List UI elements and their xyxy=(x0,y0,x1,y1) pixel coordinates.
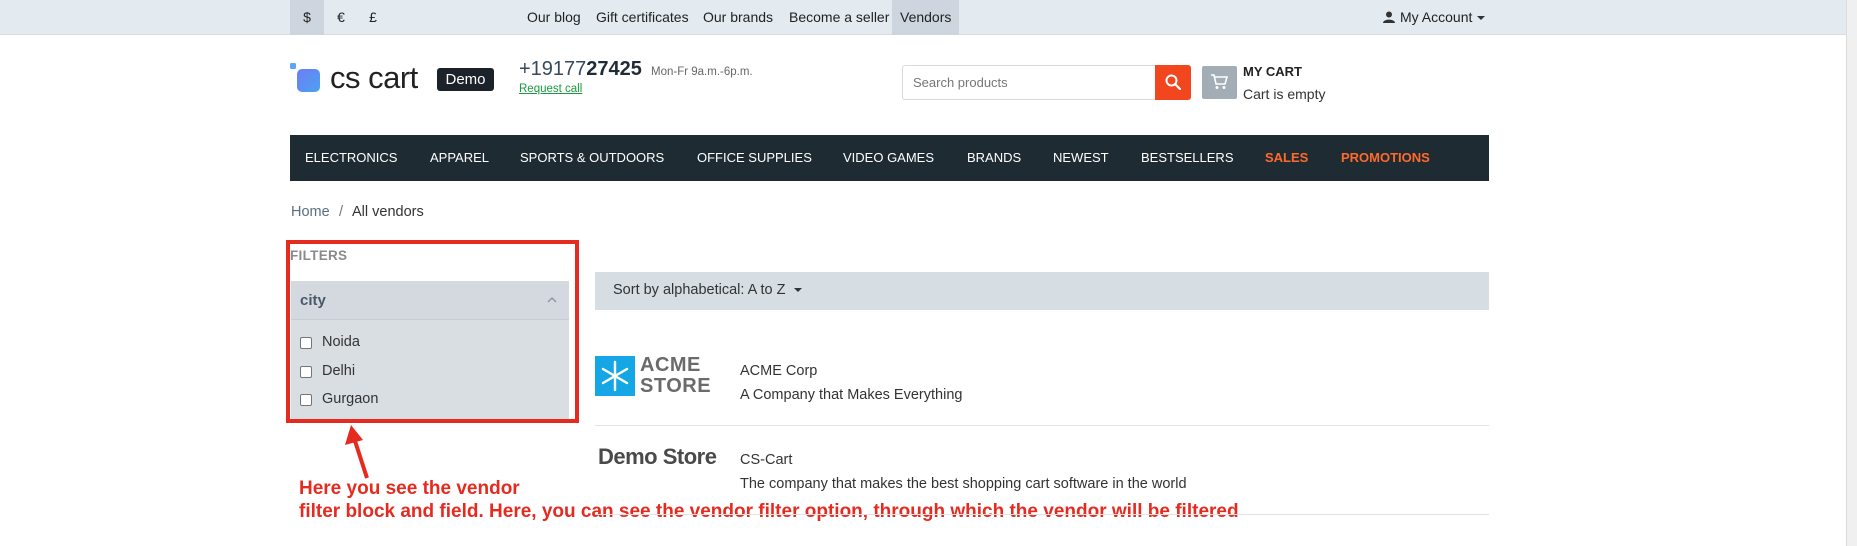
cs-cart-logo-icon xyxy=(290,63,320,92)
link-become-a-seller[interactable]: Become a seller xyxy=(789,0,889,35)
vendor-name[interactable]: CS-Cart xyxy=(740,452,792,468)
breadcrumb-home[interactable]: Home xyxy=(291,204,330,220)
vendor-description: A Company that Makes Everything xyxy=(740,387,963,403)
cart-button[interactable] xyxy=(1202,66,1237,99)
breadcrumb-current: All vendors xyxy=(352,204,424,220)
logo-text: cs cart xyxy=(330,60,418,95)
sort-dropdown[interactable]: Sort by alphabetical: A to Z xyxy=(613,282,802,298)
top-bar: $ € £ Our blog Gift certificates Our bra… xyxy=(0,0,1846,35)
cart-icon xyxy=(1211,74,1228,89)
currency-gbp[interactable]: £ xyxy=(356,0,390,35)
vendor-divider xyxy=(595,514,1489,515)
breadcrumb-separator: / xyxy=(339,204,344,220)
sort-bar: Sort by alphabetical: A to Z xyxy=(595,272,1489,310)
chevron-down-icon xyxy=(1477,16,1486,20)
cart-status: Cart is empty xyxy=(1243,86,1326,102)
annotation-highlight-box xyxy=(286,240,579,423)
link-vendors[interactable]: Vendors xyxy=(892,0,960,35)
vendor-name[interactable]: ACME Corp xyxy=(740,363,817,379)
annotation-text-line1: Here you see the vendor xyxy=(299,478,520,499)
menu-promotions[interactable]: PROMOTIONS xyxy=(1341,135,1430,181)
menu-video-games[interactable]: VIDEO GAMES xyxy=(843,135,934,181)
vendor-logo-demo-store[interactable]: Demo Store xyxy=(598,444,717,470)
menu-sports-outdoors[interactable]: SPORTS & OUTDOORS xyxy=(520,135,664,181)
vendor-description: The company that makes the best shopping… xyxy=(740,476,1187,492)
scrollbar[interactable] xyxy=(1846,0,1857,546)
menu-sales[interactable]: SALES xyxy=(1265,135,1308,181)
request-call-link[interactable]: Request call xyxy=(519,83,582,95)
chevron-down-icon xyxy=(793,288,802,292)
my-account-menu[interactable]: My Account xyxy=(1383,0,1486,35)
sort-label: Sort by alphabetical: A to Z xyxy=(613,282,786,298)
menu-electronics[interactable]: ELECTRONICS xyxy=(305,135,397,181)
menu-bestsellers[interactable]: BESTSELLERS xyxy=(1141,135,1234,181)
link-our-brands[interactable]: Our brands xyxy=(703,0,773,35)
vendor-divider xyxy=(595,425,1489,426)
vendor-logo-acme[interactable]: ACME STORE xyxy=(595,354,715,397)
annotation-arrow-icon xyxy=(345,425,369,479)
search-button[interactable] xyxy=(1155,65,1191,100)
menu-apparel[interactable]: APPAREL xyxy=(430,135,489,181)
search-icon xyxy=(1165,74,1181,90)
currency-eur[interactable]: € xyxy=(324,0,358,35)
search-input[interactable] xyxy=(902,65,1155,100)
link-gift-certificates[interactable]: Gift certificates xyxy=(596,0,689,35)
phone-number: +1917727425 xyxy=(519,58,642,80)
main-menu: ELECTRONICS APPAREL SPORTS & OUTDOORS OF… xyxy=(290,135,1489,181)
currency-usd[interactable]: $ xyxy=(290,0,324,35)
vendor-logo-line1: ACME xyxy=(640,354,701,376)
phone-hours: Mon-Fr 9a.m.-6p.m. xyxy=(651,66,753,78)
link-our-blog[interactable]: Our blog xyxy=(527,0,581,35)
menu-brands[interactable]: BRANDS xyxy=(967,135,1021,181)
my-account-label: My Account xyxy=(1400,9,1473,25)
menu-office-supplies[interactable]: OFFICE SUPPLIES xyxy=(697,135,812,181)
snowflake-icon xyxy=(595,356,635,396)
annotation-text-line2: filter block and field. Here, you can se… xyxy=(299,501,1239,522)
cart-title[interactable]: MY CART xyxy=(1243,64,1302,79)
user-icon xyxy=(1383,11,1395,23)
vendor-logo-line2: STORE xyxy=(640,375,712,397)
menu-newest[interactable]: NEWEST xyxy=(1053,135,1109,181)
demo-badge: Demo xyxy=(437,68,494,91)
